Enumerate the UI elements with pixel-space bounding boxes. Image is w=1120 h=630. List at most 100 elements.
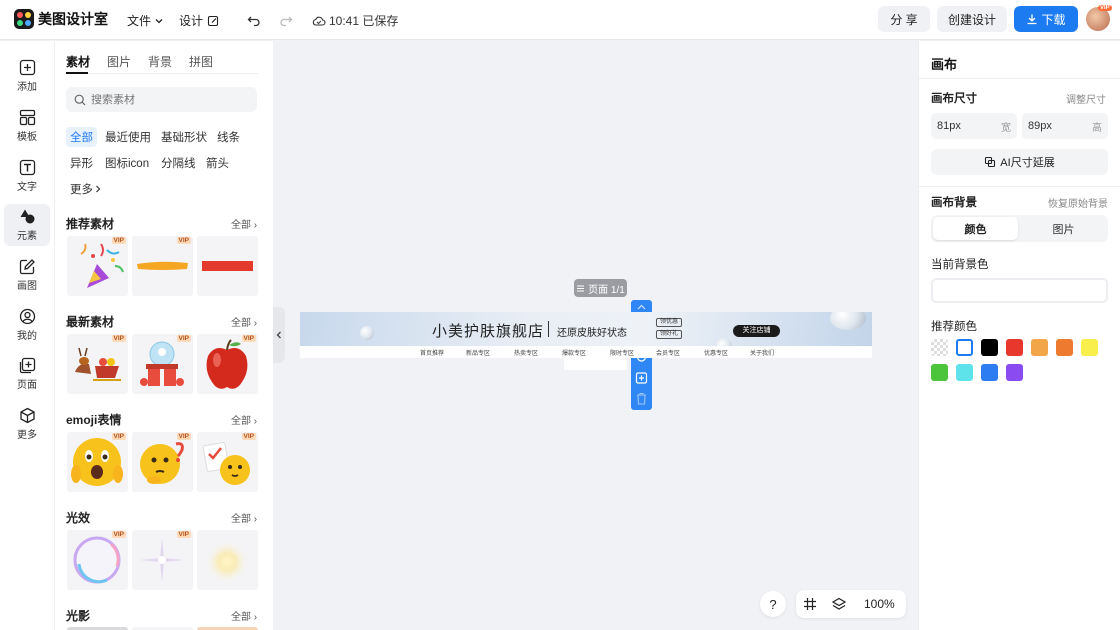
banner-coupon-2[interactable]: 领好礼 xyxy=(656,330,682,339)
vip-badge: VIP xyxy=(111,237,126,244)
tab-backgrounds[interactable]: 背景 xyxy=(148,53,172,70)
color-swatch[interactable] xyxy=(981,339,998,356)
share-button[interactable]: 分 享 xyxy=(878,6,930,32)
glow-icon xyxy=(205,540,249,584)
material-tile-emoji-thinking[interactable]: VIP xyxy=(132,432,193,492)
color-swatch[interactable] xyxy=(956,339,973,356)
tab-collage[interactable]: 拼图 xyxy=(189,53,213,70)
material-tile-red-bar[interactable] xyxy=(197,236,258,296)
banner-nav-item[interactable]: 限时专区 xyxy=(610,348,634,357)
color-swatch[interactable] xyxy=(981,364,998,381)
color-swatch[interactable] xyxy=(931,339,948,356)
section-all-recommended[interactable]: 全部 › xyxy=(231,216,257,231)
rail-item-mine[interactable]: 我的 xyxy=(4,304,50,346)
color-swatch[interactable] xyxy=(1006,339,1023,356)
download-icon xyxy=(1027,14,1037,25)
chip-arrows[interactable]: 箭头 xyxy=(202,153,233,173)
chip-more[interactable]: 更多 xyxy=(66,179,106,199)
material-tile-brush-stroke[interactable]: VIP xyxy=(132,236,193,296)
tab-materials[interactable]: 素材 xyxy=(66,53,90,70)
color-swatch[interactable] xyxy=(1006,364,1023,381)
layers-icon[interactable] xyxy=(832,597,846,611)
rail-item-templates[interactable]: 模板 xyxy=(4,105,50,147)
color-swatch[interactable] xyxy=(1056,339,1073,356)
rail-item-elements[interactable]: 元素 xyxy=(4,204,50,246)
section-all-light-shadow[interactable]: 全部 › xyxy=(231,608,257,623)
rail-item-more[interactable]: 更多 xyxy=(4,403,50,445)
help-button[interactable]: ? xyxy=(760,591,786,617)
chip-basic-shapes[interactable]: 基础形状 xyxy=(157,127,211,147)
section-all-emoji[interactable]: 全部 › xyxy=(231,412,257,427)
material-tile-bubble[interactable]: VIP xyxy=(67,530,128,590)
material-tile-party-popper[interactable]: VIP xyxy=(67,236,128,296)
tab-images[interactable]: 图片 xyxy=(107,53,131,70)
tab-color[interactable]: 颜色 xyxy=(933,217,1018,240)
banner-nav-item[interactable]: 新品专区 xyxy=(466,348,490,357)
width-field[interactable]: 81px 宽 xyxy=(931,113,1017,139)
banner-follow-button[interactable]: 关注店铺 xyxy=(733,325,780,337)
section-all-light-effects[interactable]: 全部 › xyxy=(231,510,257,525)
chip-all[interactable]: 全部 xyxy=(66,127,97,147)
rail-item-text[interactable]: 文字 xyxy=(4,155,50,197)
section-title-recommended: 推荐素材 xyxy=(66,217,115,231)
download-label: 下载 xyxy=(1041,12,1066,27)
section-title-light-effects: 光效 xyxy=(66,511,91,525)
material-tile-apple[interactable]: VIP xyxy=(197,334,258,394)
adjust-size-link[interactable]: 调整尺寸 xyxy=(1066,91,1106,106)
banner-nav-item[interactable]: 首页推荐 xyxy=(420,348,444,357)
material-tile-glow[interactable] xyxy=(197,530,258,590)
chip-dividers[interactable]: 分隔线 xyxy=(157,153,200,173)
page-indicator[interactable]: 页面 1/1 xyxy=(574,279,627,297)
create-design-button[interactable]: 创建设计 xyxy=(937,6,1007,32)
undo-button[interactable] xyxy=(245,11,263,29)
banner-nav-item[interactable]: 热卖专区 xyxy=(514,348,538,357)
user-icon xyxy=(19,308,35,325)
app-logo[interactable]: 美图设计室 xyxy=(14,9,108,29)
material-tile-sleigh[interactable]: VIP xyxy=(67,334,128,394)
recommended-colors-label: 推荐颜色 xyxy=(931,321,977,333)
section-title-light-shadow: 光影 xyxy=(66,609,91,623)
ai-size-extend-button[interactable]: AI尺寸延展 xyxy=(931,149,1108,175)
resize-icon xyxy=(985,156,996,168)
rail-item-draw[interactable]: 画图 xyxy=(4,254,50,296)
grid-icon[interactable] xyxy=(803,597,817,611)
design-menu[interactable]: 设计 xyxy=(179,12,219,29)
download-button[interactable]: 下载 xyxy=(1014,6,1078,32)
color-swatch[interactable] xyxy=(1081,339,1098,356)
chip-irregular[interactable]: 异形 xyxy=(66,153,97,173)
banner-nav-item[interactable]: 爆款专区 xyxy=(562,348,586,357)
color-swatch[interactable] xyxy=(1031,339,1048,356)
edit-icon xyxy=(207,15,219,26)
duplicate-page-icon[interactable] xyxy=(631,370,652,386)
file-menu[interactable]: 文件 xyxy=(127,12,164,29)
section-all-latest[interactable]: 全部 › xyxy=(231,314,257,329)
rail-label: 画图 xyxy=(17,281,37,292)
banner-nav-item[interactable]: 关于我们 xyxy=(750,348,774,357)
banner-coupon-1[interactable]: 领优惠 xyxy=(656,318,682,327)
rail-item-pages[interactable]: 页面 xyxy=(4,353,50,395)
tab-image[interactable]: 图片 xyxy=(1021,217,1106,240)
banner-nav-item[interactable]: 会员专区 xyxy=(656,348,680,357)
trash-icon[interactable] xyxy=(631,391,652,407)
height-field[interactable]: 89px 高 xyxy=(1022,113,1108,139)
material-tile-snow-globe-gift[interactable]: VIP xyxy=(132,334,193,394)
search-box[interactable] xyxy=(66,87,257,112)
rail-item-add[interactable]: 添加 xyxy=(4,55,50,97)
reset-bg-link[interactable]: 恢复原始背景 xyxy=(1048,195,1108,210)
current-bg-color-swatch[interactable] xyxy=(931,278,1108,303)
material-tile-emoji-scared[interactable]: VIP xyxy=(67,432,128,492)
collapse-panel-button[interactable] xyxy=(273,307,285,363)
material-tile-emoji-checklist[interactable]: VIP xyxy=(197,432,258,492)
chip-recent[interactable]: 最近使用 xyxy=(101,127,155,147)
zoom-level[interactable]: 100% xyxy=(864,597,895,611)
banner-slogan[interactable]: 还原皮肤好状态 xyxy=(557,324,627,339)
chip-icons[interactable]: 图标icon xyxy=(101,153,153,173)
search-input[interactable] xyxy=(91,93,241,106)
color-swatch[interactable] xyxy=(956,364,973,381)
color-swatch[interactable] xyxy=(931,364,948,381)
redo-button[interactable] xyxy=(277,11,295,29)
material-tile-sparkle[interactable]: VIP xyxy=(132,530,193,590)
banner-shop-name[interactable]: 小美护肤旗舰店 xyxy=(432,320,544,341)
chip-lines[interactable]: 线条 xyxy=(213,127,244,147)
banner-nav-item[interactable]: 优惠专区 xyxy=(704,348,728,357)
